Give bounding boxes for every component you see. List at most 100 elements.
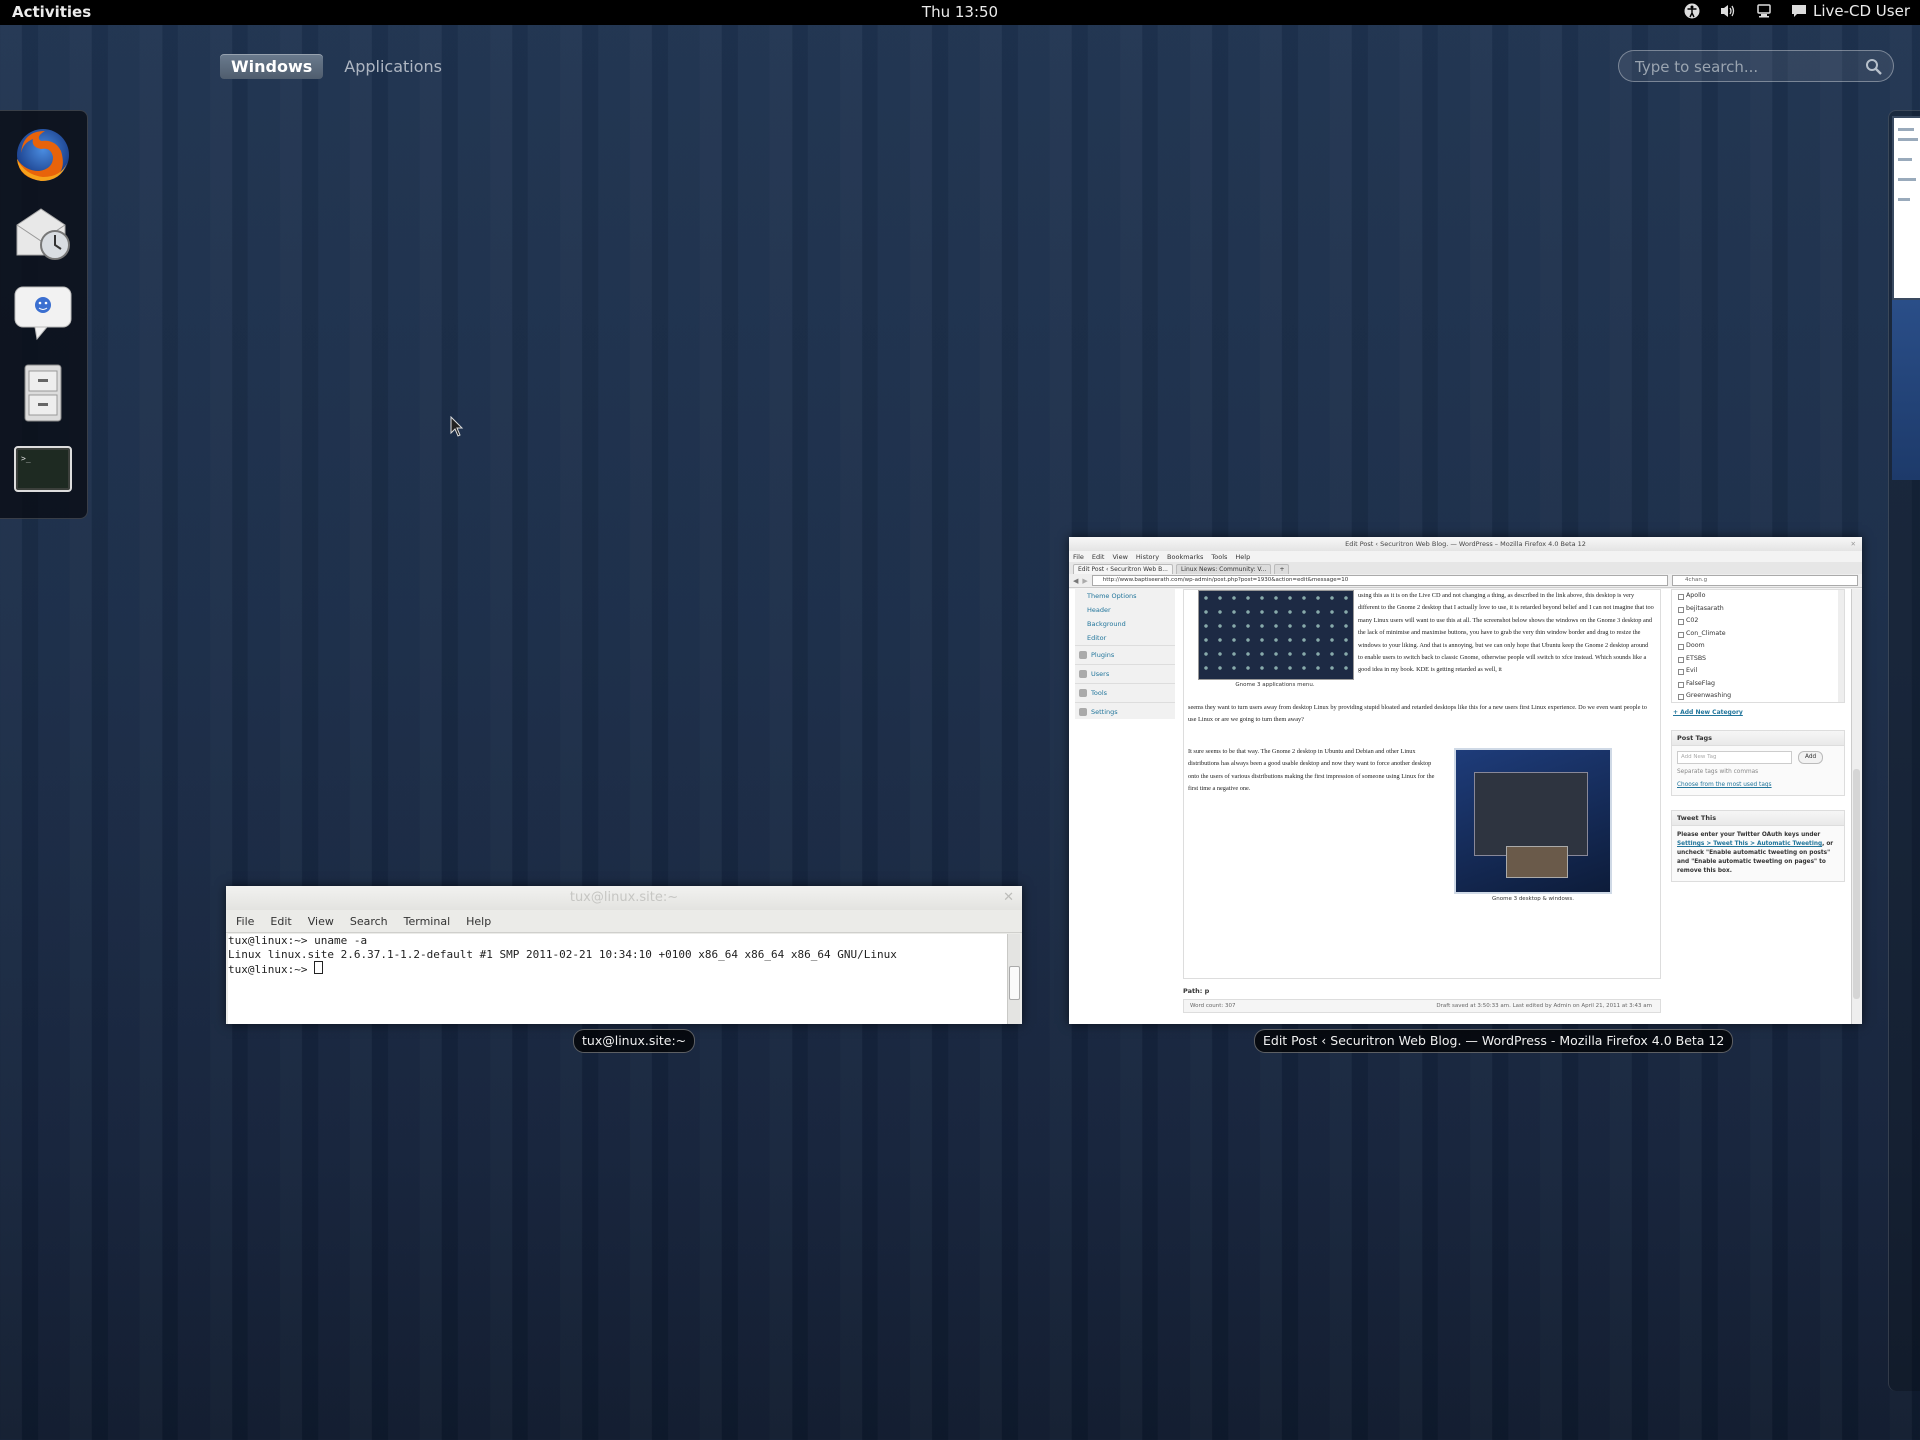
- menu-edit[interactable]: Edit: [1092, 553, 1105, 561]
- editor-path: Path: p: [1183, 987, 1210, 995]
- network-icon[interactable]: [1755, 2, 1773, 20]
- category-checkbox[interactable]: Apollo: [1672, 590, 1844, 603]
- back-icon[interactable]: ◀: [1073, 577, 1078, 585]
- admin-menu-settings[interactable]: Settings: [1075, 702, 1175, 721]
- category-checkbox[interactable]: bejitasarath: [1672, 603, 1844, 616]
- category-checkbox[interactable]: ETSBS: [1672, 653, 1844, 666]
- empathy-chat-icon[interactable]: [11, 281, 75, 345]
- wp-sidebar: Apollo bejitasarath C02 Con_Climate Doom…: [1671, 589, 1845, 882]
- tweet-this-text: Please enter your Twitter OAuth keys und…: [1677, 832, 1821, 838]
- workspace-thumbnail[interactable]: [1892, 116, 1920, 300]
- firefox-window[interactable]: Edit Post ‹ Securitron Web Blog. — WordP…: [1069, 537, 1862, 1024]
- search-input[interactable]: [1633, 55, 1857, 79]
- browser-search-field[interactable]: 4chan.g: [1672, 575, 1858, 586]
- mouse-pointer-icon: [450, 416, 464, 437]
- file-manager-icon[interactable]: [11, 361, 75, 425]
- accessibility-icon[interactable]: [1683, 2, 1701, 20]
- post-paragraph: seems they want to turn users away from …: [1188, 704, 1647, 724]
- tag-input[interactable]: Add New Tag: [1677, 751, 1792, 764]
- add-tag-button[interactable]: Add: [1798, 751, 1824, 764]
- evolution-mail-icon[interactable]: [11, 201, 75, 265]
- terminal-scrollbar[interactable]: [1007, 934, 1020, 1024]
- close-icon[interactable]: ✕: [1003, 886, 1014, 910]
- category-checkbox[interactable]: Evil: [1672, 665, 1844, 678]
- clock[interactable]: Thu 13:50: [922, 3, 998, 21]
- menu-file[interactable]: File: [1073, 553, 1084, 561]
- search-box[interactable]: [1618, 50, 1894, 82]
- firefox-titlebar[interactable]: Edit Post ‹ Securitron Web Blog. — WordP…: [1069, 537, 1862, 551]
- category-checkbox[interactable]: Con_Climate: [1672, 628, 1844, 641]
- terminal-prompt: tux@linux:~>: [228, 963, 315, 976]
- url-bar[interactable]: http://www.baptiseerath.com/wp-admin/pos…: [1091, 575, 1668, 586]
- volume-icon[interactable]: [1719, 2, 1737, 20]
- menu-view[interactable]: View: [1112, 553, 1127, 561]
- category-list: Apollo bejitasarath C02 Con_Climate Doom…: [1671, 589, 1845, 703]
- tweet-settings-link[interactable]: Settings > Tweet This > Automatic Tweeti…: [1677, 841, 1822, 847]
- browser-tab[interactable]: Edit Post ‹ Securitron Web B...: [1073, 564, 1173, 574]
- svg-text:>_: >_: [21, 454, 31, 463]
- menu-terminal[interactable]: Terminal: [404, 915, 451, 928]
- admin-menu-plugins[interactable]: Plugins: [1075, 645, 1175, 664]
- text-cursor: [314, 961, 324, 974]
- workspace-thumbnail[interactable]: [1892, 300, 1920, 480]
- page-content: Theme Options Header Background Editor P…: [1069, 589, 1862, 1024]
- choose-tags-link[interactable]: Choose from the most used tags: [1677, 781, 1839, 790]
- scrollbar-thumb[interactable]: [1853, 769, 1860, 999]
- terminal-output[interactable]: tux@linux:~> uname -a Linux linux.site 2…: [228, 934, 1008, 1024]
- tweet-this-box: Tweet This Please enter your Twitter OAu…: [1671, 810, 1845, 882]
- firefox-icon[interactable]: [11, 123, 75, 187]
- category-checkbox[interactable]: Greenwashing: [1672, 690, 1844, 703]
- terminal-prompt-line: tux@linux:~>: [228, 961, 1008, 977]
- window-caption-terminal: tux@linux.site:~: [573, 1029, 696, 1053]
- menu-history[interactable]: History: [1136, 553, 1159, 561]
- post-editor[interactable]: Gnome 3 applications menu. using this as…: [1183, 589, 1661, 979]
- category-checkbox[interactable]: Doom: [1672, 640, 1844, 653]
- post-tags-box: Post Tags Add New Tag Add Separate tags …: [1671, 730, 1845, 796]
- image-caption: Gnome 3 desktop & windows.: [1491, 896, 1575, 902]
- dash: >_: [0, 110, 88, 519]
- user-name: Live-CD User: [1812, 2, 1910, 20]
- menu-bookmarks[interactable]: Bookmarks: [1167, 553, 1203, 561]
- add-category-link[interactable]: + Add New Category: [1671, 703, 1845, 716]
- terminal-titlebar[interactable]: tux@linux.site:~ ✕: [226, 886, 1022, 910]
- status-tray: Live-CD User: [1683, 2, 1910, 20]
- wp-admin-menu: Theme Options Header Background Editor P…: [1075, 589, 1175, 719]
- menu-help[interactable]: Help: [1235, 553, 1250, 561]
- tab-windows[interactable]: Windows: [220, 54, 324, 79]
- admin-menu-header[interactable]: Header: [1075, 603, 1175, 617]
- menu-view[interactable]: View: [308, 915, 334, 928]
- terminal-window[interactable]: tux@linux.site:~ ✕ File Edit View Search…: [226, 886, 1022, 1024]
- admin-menu-theme-options[interactable]: Theme Options: [1075, 589, 1175, 603]
- menu-tools[interactable]: Tools: [1211, 553, 1227, 561]
- terminal-icon[interactable]: >_: [11, 439, 75, 503]
- menu-help[interactable]: Help: [466, 915, 491, 928]
- menu-search[interactable]: Search: [350, 915, 388, 928]
- user-status-icon: [1791, 5, 1806, 17]
- scrollbar-thumb[interactable]: [1009, 966, 1020, 1000]
- menu-file[interactable]: File: [236, 915, 254, 928]
- page-scrollbar[interactable]: [1851, 589, 1862, 1024]
- category-checkbox[interactable]: C02: [1672, 615, 1844, 628]
- user-menu[interactable]: Live-CD User: [1791, 2, 1910, 20]
- word-count: Word count: 307: [1190, 1003, 1236, 1009]
- close-icon[interactable]: ✕: [1851, 537, 1856, 551]
- admin-menu-tools[interactable]: Tools: [1075, 683, 1175, 702]
- editor-status-bar: Word count: 307 Draft saved at 3:50:33 a…: [1183, 999, 1661, 1013]
- terminal-line: Linux linux.site 2.6.37.1-1.2-default #1…: [228, 947, 897, 961]
- category-scrollbar[interactable]: [1838, 590, 1844, 702]
- firefox-title: Edit Post ‹ Securitron Web Blog. — WordP…: [1345, 540, 1586, 548]
- admin-menu-background[interactable]: Background: [1075, 617, 1175, 631]
- forward-icon[interactable]: ▶: [1082, 577, 1087, 585]
- tweet-this-title: Tweet This: [1672, 811, 1844, 826]
- new-tab-icon[interactable]: +: [1274, 564, 1290, 574]
- category-checkbox[interactable]: FalseFlag: [1672, 678, 1844, 691]
- screenshot-image: [1454, 748, 1612, 894]
- browser-tab[interactable]: Linux News: Community: V...: [1175, 564, 1272, 574]
- activities-button[interactable]: Activities: [12, 3, 91, 21]
- tags-hint: Separate tags with commas: [1677, 769, 1759, 775]
- image-caption: Gnome 3 applications menu.: [1235, 682, 1315, 688]
- admin-menu-editor[interactable]: Editor: [1075, 631, 1175, 645]
- admin-menu-users[interactable]: Users: [1075, 664, 1175, 683]
- menu-edit[interactable]: Edit: [270, 915, 291, 928]
- tab-applications[interactable]: Applications: [333, 54, 453, 79]
